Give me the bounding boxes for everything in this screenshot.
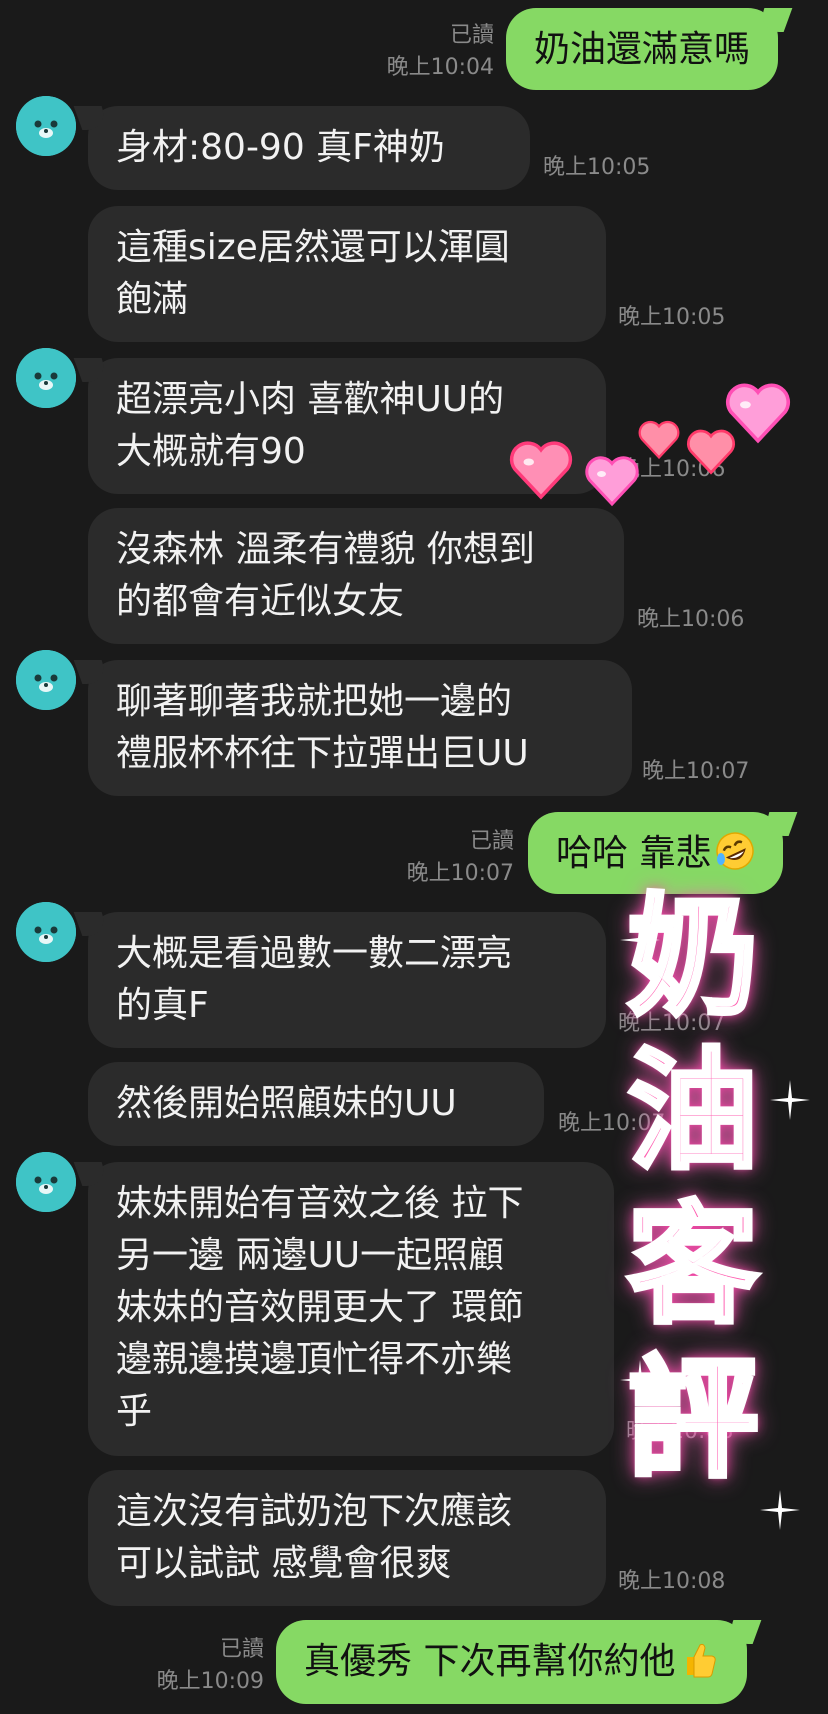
read-receipt: 已讀	[219, 1637, 264, 1662]
contact-avatar[interactable]	[16, 902, 76, 962]
incoming-message[interactable]: 聊著聊著我就把她一邊的 禮服杯杯往下拉彈出巨UU	[88, 660, 632, 796]
read-receipt: 已讀	[469, 829, 514, 854]
outgoing-message[interactable]: 真優秀 下次再幫你約他	[276, 1620, 748, 1704]
contact-avatar[interactable]	[16, 650, 76, 710]
message-time: 晚上10:06	[637, 607, 745, 632]
message-text: 真優秀 下次再幫你約他	[304, 1641, 676, 1682]
message-text: 哈哈 靠悲	[556, 833, 712, 874]
read-receipt: 已讀	[449, 23, 494, 48]
bear-face-icon	[16, 1152, 76, 1212]
sparkle-icon	[620, 1360, 660, 1400]
sparkle-icon	[770, 1080, 810, 1120]
message-time: 晚上10:07	[406, 861, 514, 886]
incoming-message[interactable]: 大概是看過數一數二漂亮 的真F	[88, 912, 606, 1048]
bear-face-icon	[16, 96, 76, 156]
outgoing-message[interactable]: 奶油還滿意嗎	[506, 8, 779, 90]
incoming-message[interactable]: 這次沒有試奶泡下次應該 可以試試 感覺會很爽	[88, 1470, 606, 1606]
incoming-message[interactable]: 這種size居然還可以渾圓 飽滿	[88, 206, 606, 342]
sparkle-icon	[620, 920, 660, 960]
heart-icon	[509, 441, 573, 500]
contact-avatar[interactable]	[16, 348, 76, 408]
chat-view[interactable]: 已讀 晚上10:04 奶油還滿意嗎 身材:80-90 真F神奶 晚上10:05 …	[0, 0, 828, 1714]
rofl-emoji-icon	[716, 832, 755, 870]
incoming-message[interactable]: 然後開始照顧妹的UU	[88, 1062, 544, 1146]
sticker-text: 奶 油 客 評	[625, 879, 760, 1498]
contact-avatar[interactable]	[16, 1152, 76, 1212]
message-time: 晚上10:05	[543, 155, 651, 180]
incoming-message[interactable]: 妹妹開始有音效之後 拉下 另一邊 兩邊UU一起照顧 妹妹的音效開更大了 環節 邊…	[88, 1162, 614, 1456]
incoming-message[interactable]: 沒森林 溫柔有禮貌 你想到 的都會有近似女友	[88, 508, 624, 644]
thumbs-up-emoji-icon	[687, 1643, 717, 1678]
bear-face-icon	[16, 902, 76, 962]
incoming-message[interactable]: 身材:80-90 真F神奶	[88, 106, 530, 190]
message-time: 晚上10:07	[642, 759, 750, 784]
message-time: 晚上10:08	[618, 1569, 726, 1594]
heart-icon	[638, 420, 680, 460]
message-time: 晚上10:04	[386, 55, 494, 80]
bear-face-icon	[16, 650, 76, 710]
heart-icon	[585, 456, 639, 507]
bear-face-icon	[16, 348, 76, 408]
message-time: 晚上10:09	[156, 1669, 264, 1694]
message-time: 晚上10:05	[618, 305, 726, 330]
heart-icon	[725, 383, 791, 444]
sparkle-icon	[760, 1490, 800, 1530]
contact-avatar[interactable]	[16, 96, 76, 156]
